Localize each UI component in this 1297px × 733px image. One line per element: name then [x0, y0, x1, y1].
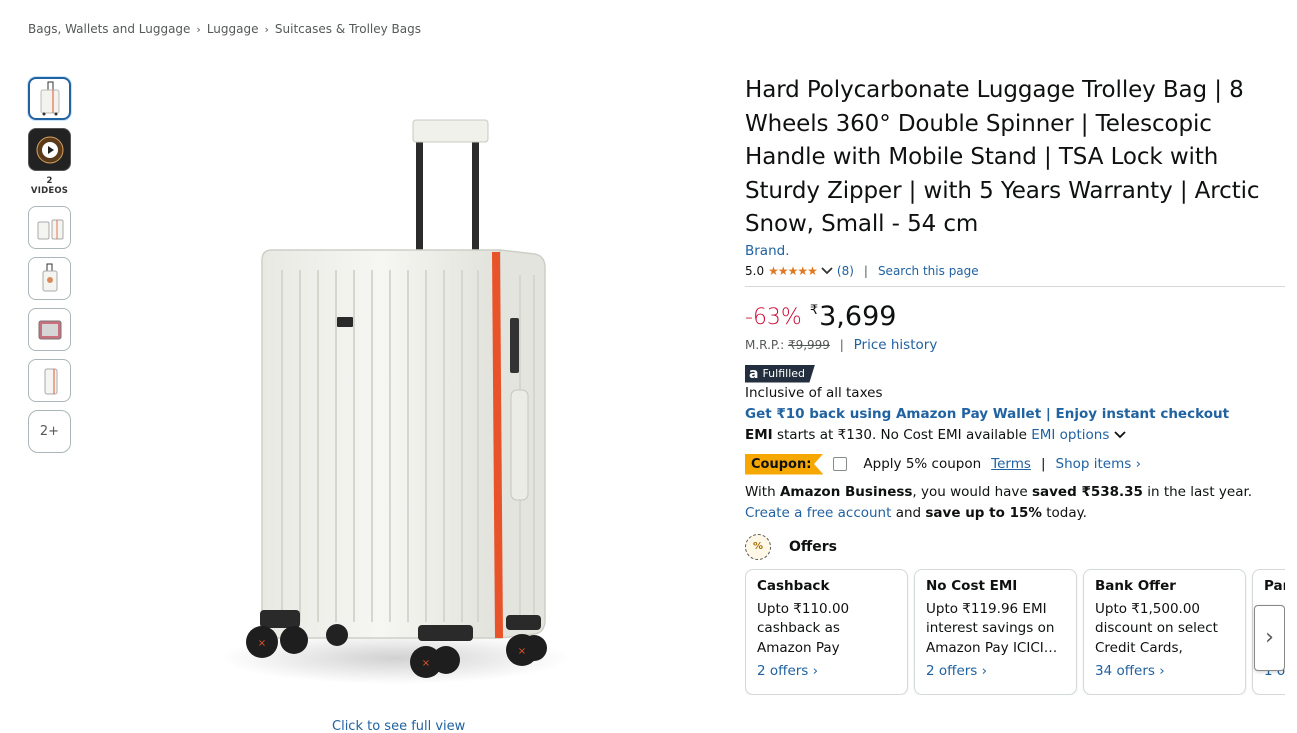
breadcrumb-item-luggage[interactable]: Luggage [207, 22, 259, 36]
chevron-down-icon[interactable] [821, 266, 833, 275]
thumbnail-image-5[interactable] [28, 359, 71, 402]
apply-coupon-label[interactable]: Apply 5% coupon [863, 456, 981, 472]
product-main-image[interactable]: × × × [200, 110, 580, 695]
side-handle [510, 389, 529, 501]
emi-options-link[interactable]: EMI options [1031, 427, 1109, 443]
fulfilled-badge[interactable]: a Fulfilled [745, 364, 815, 383]
business-text: in the last year. [1142, 483, 1253, 500]
rating-row: 5.0 ★★★★★ (8) | Search this page [745, 264, 1285, 287]
business-text: With [745, 483, 780, 500]
amazon-business-note: With Amazon Business, you would have sav… [745, 482, 1285, 524]
thumbnail-video[interactable] [28, 128, 71, 171]
offer-card-title: Par [1264, 577, 1285, 594]
divider: | [863, 263, 868, 278]
shop-items-link[interactable]: Shop items › [1056, 456, 1141, 472]
business-text: today. [1041, 504, 1087, 521]
rating-count-link[interactable]: (8) [837, 264, 854, 278]
suitcase-feature-thumbnail-icon [42, 263, 57, 291]
price-row: -63% ₹ 3,699 [745, 301, 1285, 335]
offer-card-body: Upto ₹1,500.00 discount on select Credit… [1095, 600, 1218, 656]
thumbnail-more-button[interactable]: 2+ [28, 410, 71, 453]
offer-card-body: Upto ₹110.00 cashback as Amazon Pay Bala… [757, 600, 850, 656]
tax-note: Inclusive of all taxes [745, 384, 883, 401]
price-history-link[interactable]: Price history [854, 337, 938, 353]
offers-heading: Offers [789, 538, 837, 555]
offers-header: % Offers [745, 533, 1285, 560]
breadcrumb-item-suitcases[interactable]: Suitcases & Trolley Bags [275, 22, 421, 36]
business-text: , you would have [912, 483, 1032, 500]
suitcase-thumbnail-icon [40, 81, 59, 115]
coupon-tag: Coupon: [745, 453, 824, 475]
offer-card-cashback[interactable]: Cashback Upto ₹110.00 cashback as Amazon… [745, 568, 908, 695]
suitcase-front-shell [261, 249, 501, 639]
svg-text:×: × [518, 646, 526, 657]
offer-card-title: No Cost EMI [926, 577, 1018, 594]
business-save-percent: save up to 15% [925, 504, 1042, 521]
brand-badge [337, 317, 353, 327]
offers-carousel: Cashback Upto ₹110.00 cashback as Amazon… [745, 568, 1285, 695]
amazon-logo-icon: a [749, 365, 759, 382]
telescopic-handle [412, 119, 489, 255]
offer-card-title: Bank Offer [1095, 577, 1176, 594]
offer-card-link[interactable]: 2 offers › [926, 663, 1065, 679]
thumbnail-image-2[interactable] [28, 206, 71, 249]
emi-text: starts at ₹130. No Cost EMI available [772, 426, 1027, 443]
amazon-pay-wallet-link[interactable]: Get ₹10 back using Amazon Pay Wallet | E… [745, 404, 1285, 425]
breadcrumb-separator: › [264, 22, 269, 36]
business-text: and [891, 504, 926, 521]
thumbnail-image-3[interactable] [28, 257, 71, 300]
business-name: Amazon Business [779, 483, 913, 500]
svg-text:×: × [258, 638, 266, 649]
coupon-row: Coupon: Apply 5% coupon Terms | Shop ite… [745, 453, 1285, 475]
mrp-row: M.R.P.: ₹9,999 | Price history [745, 337, 1285, 353]
offer-percent-icon: % [745, 533, 771, 560]
price-value: 3,699 [819, 300, 897, 332]
mrp-label: M.R.P.: [745, 337, 785, 352]
product-title: Hard Polycarbonate Luggage Trolley Bag |… [745, 77, 1260, 237]
offer-card-link[interactable]: 2 offers › [757, 663, 896, 679]
offer-card-link[interactable]: 34 offers › [1095, 663, 1234, 679]
thumbnail-main-image[interactable] [28, 77, 71, 120]
breadcrumb: Bags, Wallets and Luggage › Luggage › Su… [28, 22, 421, 36]
thumbnail-image-4[interactable] [28, 308, 71, 351]
divider: | [839, 337, 844, 352]
tsa-lock [510, 318, 519, 373]
create-free-account-link[interactable]: Create a free account [745, 505, 891, 521]
breadcrumb-separator: › [196, 22, 201, 36]
divider: | [1040, 456, 1046, 472]
offer-card-body: Upto ₹119.96 EMI interest savings on Ama… [926, 600, 1058, 656]
suitcase-pair-thumbnail-icon [37, 219, 63, 239]
suitcase-open-thumbnail-icon [38, 320, 61, 339]
svg-text:×: × [422, 658, 430, 669]
currency-symbol: ₹ [809, 302, 819, 318]
mrp-value: ₹9,999 [787, 337, 830, 352]
coupon-terms-link[interactable]: Terms [991, 456, 1031, 472]
carousel-next-button[interactable]: › [1254, 604, 1285, 671]
see-full-view-link[interactable]: Click to see full view [332, 719, 465, 733]
offer-card-no-cost-emi[interactable]: No Cost EMI Upto ₹119.96 EMI interest sa… [914, 568, 1077, 695]
breadcrumb-item-bags[interactable]: Bags, Wallets and Luggage [28, 22, 190, 36]
play-icon [36, 136, 63, 163]
rating-value: 5.0 [745, 263, 765, 278]
image-thumbnail-strip: 2 VIDEOS 2+ [28, 77, 71, 461]
brand-link[interactable]: Brand. [745, 243, 1285, 259]
search-this-page-link[interactable]: Search this page [878, 264, 979, 278]
offer-card-bank-offer[interactable]: Bank Offer Upto ₹1,500.00 discount on se… [1083, 568, 1246, 695]
offer-card-title: Cashback [757, 577, 830, 594]
discount-percentage: -63% [745, 304, 802, 330]
fulfilled-label: Fulfilled [762, 367, 805, 380]
videos-caption: 2 VIDEOS [30, 176, 69, 196]
emi-label: EMI [745, 426, 773, 443]
emi-row: EMI starts at ₹130. No Cost EMI availabl… [745, 425, 1285, 446]
business-savings: saved ₹538.35 [1031, 483, 1143, 500]
apply-coupon-checkbox[interactable] [833, 457, 848, 471]
star-rating-icon[interactable]: ★★★★★ [768, 264, 818, 278]
product-details: Hard Polycarbonate Luggage Trolley Bag |… [745, 74, 1285, 695]
suitcase-side-thumbnail-icon [44, 368, 57, 394]
chevron-down-icon[interactable] [1114, 430, 1126, 439]
